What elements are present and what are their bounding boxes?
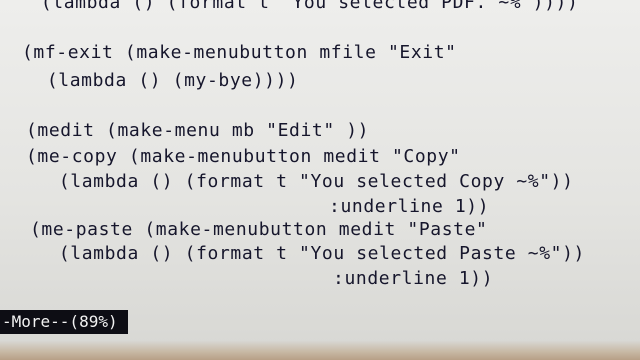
screen-bottom-edge	[0, 340, 640, 360]
terminal-screen: (lambda () (format t "You selected PDF. …	[0, 0, 640, 360]
code-line-8: (me-paste (make-menubutton medit "Paste"	[30, 219, 488, 240]
code-line-5: (me-copy (make-menubutton medit "Copy"	[26, 146, 461, 167]
code-line-1: (lambda () (format t "You selected PDF. …	[18, 0, 579, 13]
code-line-4: (medit (make-menu mb "Edit" ))	[26, 120, 370, 141]
pager-status-line: -More--(89%)	[0, 310, 128, 334]
code-line-6: (lambda () (format t "You selected Copy …	[36, 171, 574, 192]
code-line-7: :underline 1))	[66, 196, 490, 217]
code-line-2: (mf-exit (make-menubutton mfile "Exit"	[22, 42, 457, 63]
code-line-9: (lambda () (format t "You selected Paste…	[36, 243, 585, 264]
code-area: (lambda () (format t "You selected PDF. …	[0, 0, 640, 310]
code-line-10: :underline 1))	[70, 268, 494, 289]
code-line-3: (lambda () (my-bye))))	[24, 70, 299, 91]
